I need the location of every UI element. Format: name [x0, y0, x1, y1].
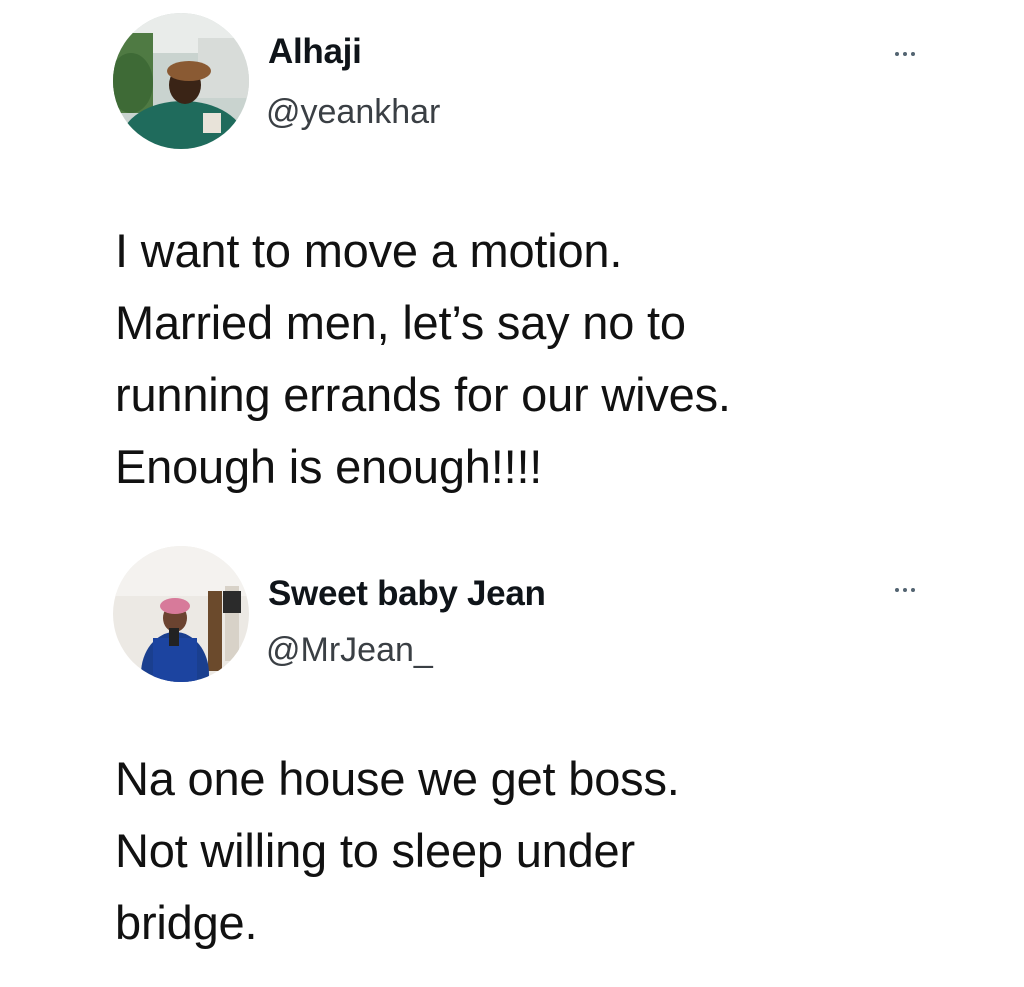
more-options-icon[interactable] [880, 578, 930, 602]
dot [903, 52, 907, 56]
tweet-text: I want to move a motion. Married men, le… [115, 224, 731, 493]
dot [911, 52, 915, 56]
author-handle[interactable]: @yeankhar [266, 92, 440, 132]
author-name[interactable]: Alhaji [268, 32, 362, 72]
profile-photo-icon[interactable] [113, 13, 249, 149]
more-options-icon[interactable] [880, 42, 930, 66]
dot [911, 588, 915, 592]
profile-photo-icon[interactable] [113, 546, 249, 682]
tweet-text: Na one house we get boss. Not willing to… [115, 752, 680, 949]
dot [895, 52, 899, 56]
author-name[interactable]: Sweet baby Jean [268, 574, 546, 614]
author-handle[interactable]: @MrJean_ [266, 630, 433, 670]
avatar-image [113, 546, 249, 682]
dot [895, 588, 899, 592]
avatar-image [113, 13, 249, 149]
dot [903, 588, 907, 592]
